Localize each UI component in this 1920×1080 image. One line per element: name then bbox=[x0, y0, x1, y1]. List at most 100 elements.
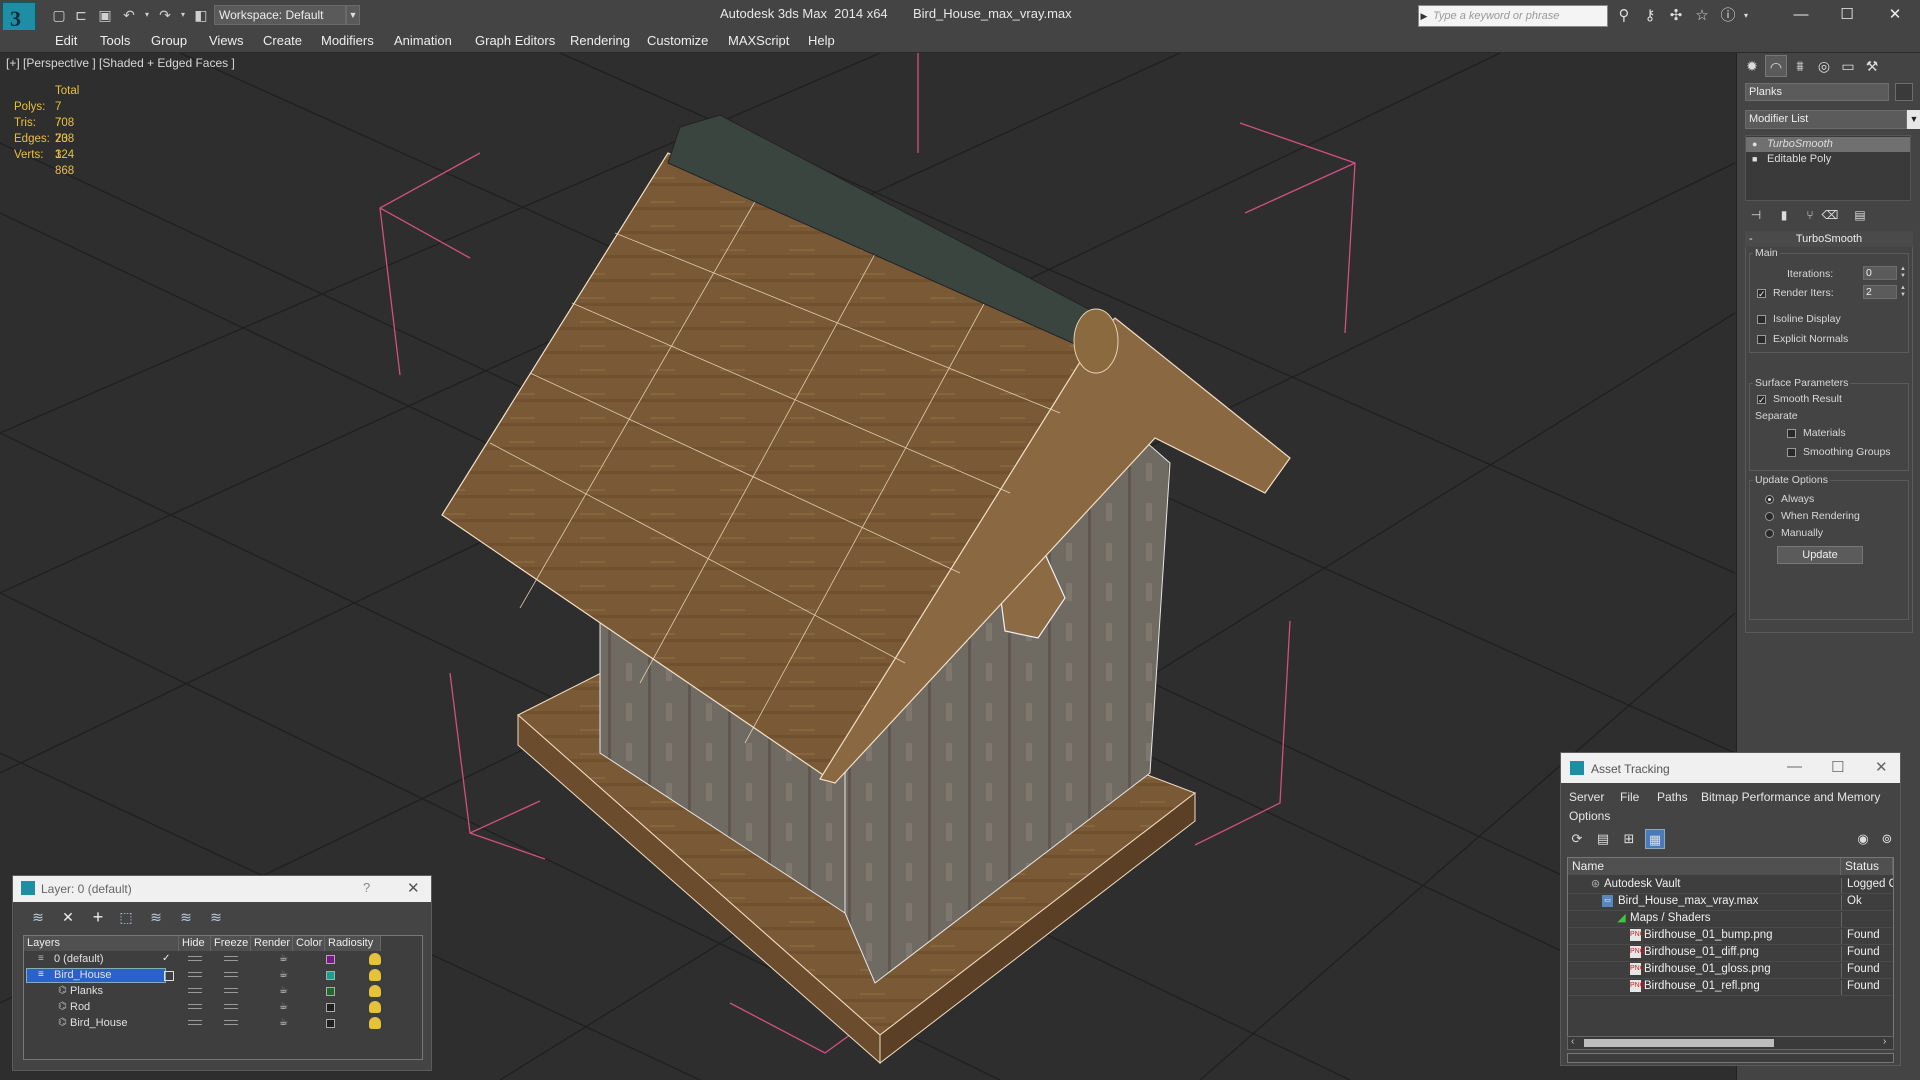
asset-row[interactable]: PNG Birdhouse_01_diff.png Found bbox=[1568, 944, 1893, 962]
manually-radio[interactable] bbox=[1765, 529, 1774, 538]
render-teapot-icon[interactable]: ☕ bbox=[279, 1001, 288, 1012]
radiosity-icon[interactable] bbox=[369, 969, 381, 981]
help-icon[interactable]: ⓘ bbox=[1718, 6, 1738, 26]
menu-animation[interactable]: Animation bbox=[394, 33, 452, 48]
asset-minimize-icon[interactable]: — bbox=[1787, 758, 1802, 775]
asset-menu-bitmap[interactable]: Bitmap Performance and Memory bbox=[1701, 790, 1880, 804]
object-color-swatch[interactable] bbox=[1895, 83, 1913, 101]
menu-rendering[interactable]: Rendering bbox=[570, 33, 630, 48]
menu-maxscript[interactable]: MAXScript bbox=[728, 33, 789, 48]
asset-help-icon[interactable]: ⊚ bbox=[1877, 829, 1897, 849]
rollout-header[interactable]: - TurboSmooth bbox=[1745, 231, 1913, 247]
menu-tools[interactable]: Tools bbox=[100, 33, 130, 48]
col-layers[interactable]: Layers bbox=[24, 936, 179, 951]
object-color-swatch[interactable] bbox=[326, 1019, 335, 1028]
workspace-dropdown[interactable]: Workspace: Default bbox=[214, 5, 346, 25]
asset-maximize-icon[interactable]: ☐ bbox=[1831, 758, 1844, 776]
asset-row[interactable]: PNG Birdhouse_01_gloss.png Found bbox=[1568, 961, 1893, 979]
render-iters-spinner-arrows-icon[interactable]: ▲ ▼ bbox=[1899, 285, 1907, 299]
freeze-toggle[interactable] bbox=[224, 988, 238, 993]
highlight-layer-icon[interactable]: ≋ bbox=[145, 907, 167, 927]
search-expand-icon[interactable]: ▶ bbox=[1418, 5, 1430, 27]
freeze-toggle[interactable] bbox=[224, 1004, 238, 1009]
refresh-icon[interactable]: ⟳ bbox=[1567, 829, 1587, 849]
current-layer-box-icon[interactable] bbox=[164, 971, 174, 981]
asset-row[interactable]: ▭ Bird_House_max_vray.max Ok bbox=[1568, 893, 1893, 911]
show-end-result-icon[interactable]: ▮ bbox=[1775, 206, 1793, 224]
menu-modifiers[interactable]: Modifiers bbox=[321, 33, 374, 48]
object-name-field[interactable]: Planks bbox=[1745, 83, 1889, 101]
render-iters-checkbox[interactable]: ✓ bbox=[1757, 289, 1766, 299]
hide-unhide-all-icon[interactable]: ≋ bbox=[175, 907, 197, 927]
asset-row[interactable]: ⊛ Autodesk Vault Logged Ou bbox=[1568, 876, 1893, 894]
create-tab-icon[interactable]: ✹ bbox=[1741, 55, 1763, 77]
menu-group[interactable]: Group bbox=[151, 33, 187, 48]
smoothing-groups-checkbox[interactable] bbox=[1787, 448, 1796, 457]
explicit-normals-checkbox[interactable] bbox=[1757, 335, 1766, 344]
radiosity-icon[interactable] bbox=[369, 1017, 381, 1029]
object-row[interactable]: ⌬ Planks ☕ bbox=[24, 984, 422, 1000]
save-icon[interactable]: ▣ bbox=[96, 6, 114, 24]
col-hide[interactable]: Hide bbox=[179, 936, 211, 951]
delete-layer-icon[interactable]: ✕ bbox=[57, 907, 79, 927]
scroll-right-icon[interactable]: › bbox=[1883, 1036, 1886, 1047]
asset-menu-server[interactable]: Server bbox=[1569, 790, 1604, 804]
make-unique-icon[interactable]: ⑂ bbox=[1801, 206, 1819, 224]
col-color[interactable]: Color bbox=[293, 936, 325, 951]
col-radiosity[interactable]: Radiosity bbox=[325, 936, 381, 951]
col-name[interactable]: Name bbox=[1568, 858, 1841, 875]
asset-row[interactable]: PNG Birdhouse_01_bump.png Found bbox=[1568, 927, 1893, 945]
remove-modifier-icon[interactable]: ⌫ bbox=[1821, 206, 1839, 224]
new-file-icon[interactable]: ▢ bbox=[50, 6, 68, 24]
list-view-icon[interactable]: ▤ bbox=[1593, 829, 1613, 849]
stack-item-editable-poly[interactable]: ■ Editable Poly bbox=[1746, 152, 1910, 167]
object-color-swatch[interactable] bbox=[326, 1003, 335, 1012]
menu-customize[interactable]: Customize bbox=[647, 33, 708, 48]
hide-toggle[interactable] bbox=[188, 1020, 202, 1025]
motion-tab-icon[interactable]: ◎ bbox=[1813, 55, 1835, 77]
layer-color-swatch[interactable] bbox=[326, 971, 335, 980]
close-window-icon[interactable]: ✕ bbox=[1872, 2, 1918, 28]
layer-dialog-title-bar[interactable]: Layer: 0 (default) ? ✕ bbox=[13, 876, 431, 902]
radiosity-icon[interactable] bbox=[369, 1001, 381, 1013]
maximize-window-icon[interactable]: ☐ bbox=[1824, 2, 1870, 28]
radiosity-icon[interactable] bbox=[369, 985, 381, 997]
hide-toggle[interactable] bbox=[188, 972, 202, 977]
table-view-icon[interactable]: ▦ bbox=[1645, 829, 1665, 849]
add-to-layer-icon[interactable]: + bbox=[87, 907, 109, 927]
stack-item-turbosmooth[interactable]: ● TurboSmooth bbox=[1746, 137, 1910, 152]
hide-toggle[interactable] bbox=[188, 1004, 202, 1009]
render-teapot-icon[interactable]: ☕ bbox=[279, 969, 288, 980]
asset-horizontal-scrollbar[interactable]: ‹ › bbox=[1567, 1036, 1894, 1050]
scrollbar-thumb[interactable] bbox=[1584, 1039, 1774, 1047]
hide-toggle[interactable] bbox=[188, 988, 202, 993]
menu-create[interactable]: Create bbox=[263, 33, 302, 48]
asset-close-icon[interactable]: ✕ bbox=[1875, 758, 1888, 776]
modifier-list-dropdown[interactable]: Modifier List bbox=[1745, 110, 1907, 129]
menu-edit[interactable]: Edit bbox=[55, 33, 77, 48]
radiosity-icon[interactable] bbox=[369, 953, 381, 965]
lightbulb-icon[interactable]: ● bbox=[1752, 137, 1757, 152]
undo-dropdown-icon[interactable]: ▾ bbox=[138, 6, 156, 24]
layer-dialog-close-icon[interactable]: ✕ bbox=[407, 879, 420, 897]
help-dropdown-icon[interactable]: ▾ bbox=[1736, 6, 1756, 26]
menu-help[interactable]: Help bbox=[808, 33, 835, 48]
minimize-window-icon[interactable]: — bbox=[1778, 2, 1824, 28]
object-row[interactable]: ⌬ Rod ☕ bbox=[24, 1000, 422, 1016]
always-radio[interactable] bbox=[1765, 495, 1774, 504]
object-row[interactable]: ⌬ Bird_House ☕ bbox=[24, 1016, 422, 1032]
layer-color-swatch[interactable] bbox=[326, 955, 335, 964]
viewport-label[interactable]: [+] [Perspective ] [Shaded + Edged Faces… bbox=[6, 56, 235, 70]
update-button[interactable]: Update bbox=[1777, 546, 1863, 564]
create-layer-icon[interactable]: ≋ bbox=[27, 907, 49, 927]
col-freeze[interactable]: Freeze bbox=[211, 936, 251, 951]
iterations-spinner-arrows-icon[interactable]: ▲ ▼ bbox=[1899, 266, 1907, 280]
tree-view-icon[interactable]: ⊞ bbox=[1619, 829, 1639, 849]
freeze-toggle[interactable] bbox=[224, 1020, 238, 1025]
undo-icon[interactable]: ↶ bbox=[120, 6, 138, 24]
render-teapot-icon[interactable]: ☕ bbox=[279, 953, 288, 964]
render-teapot-icon[interactable]: ☕ bbox=[279, 1017, 288, 1028]
layer-row[interactable]: ≡ 0 (default) ✓ ☕ bbox=[24, 952, 422, 968]
modifier-list-arrow-icon[interactable]: ▼ bbox=[1907, 110, 1920, 129]
asset-menu-options[interactable]: Options bbox=[1569, 809, 1610, 823]
